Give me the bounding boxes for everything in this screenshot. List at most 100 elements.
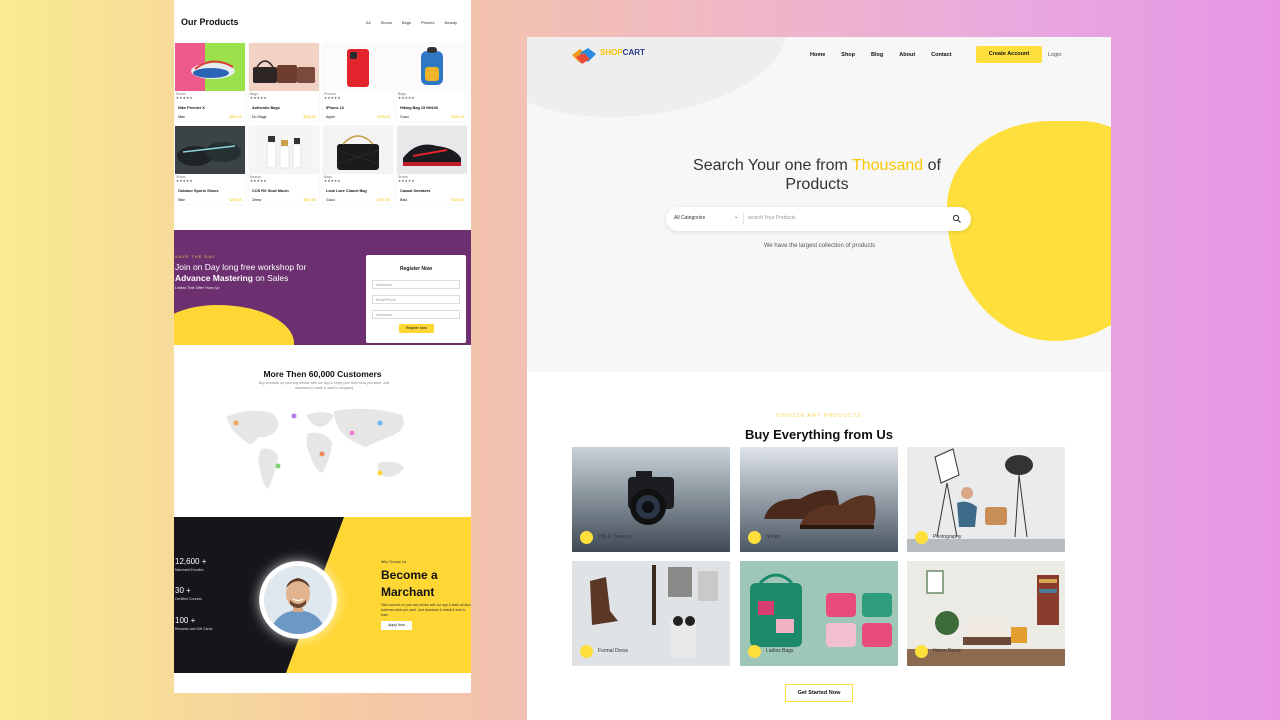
login-link[interactable]: Login [1048, 52, 1061, 58]
category-card-formal-dress[interactable]: Formal Dress [572, 561, 730, 666]
category-card-camera[interactable]: DSLR Camera [572, 447, 730, 552]
product-filters: All Shoes Bags Phones Beauty [366, 20, 457, 25]
product-card[interactable]: Beauty ★★★★★ COS RX Snail Mucin Zeera $3… [249, 126, 319, 204]
category-label: DSLR Camera [598, 534, 631, 540]
category-dot [915, 531, 928, 544]
rating-stars: ★★★★★ [176, 179, 193, 183]
product-name: Outdoor Sports Shoes [178, 189, 219, 193]
search-input[interactable]: search Your Products [748, 215, 796, 221]
category-dot [748, 531, 761, 544]
product-card[interactable]: Shoes ★★★★★ Nike Premier X Nike $300.00 [175, 43, 245, 121]
photography-image [907, 447, 1065, 552]
product-name: Authentic Bags [252, 106, 280, 110]
product-brand: Bata [400, 198, 408, 202]
product-image-serum [249, 126, 319, 174]
nav-shop[interactable]: Shop [841, 52, 855, 58]
product-name: Look Lace Chanel Bag [326, 189, 367, 193]
formal-dress-image [572, 561, 730, 666]
category-dot [580, 531, 593, 544]
shoes-image [740, 447, 898, 552]
product-card[interactable]: Shoes ★★★★★ Outdoor Sports Shoes Nike $2… [175, 126, 245, 204]
stat-merchants-label: Marchant Enrolled [175, 568, 204, 572]
world-map [226, 408, 404, 489]
category-label: Home Decor [933, 648, 962, 654]
main-nav: Home Shop Blog About Contact [810, 52, 952, 58]
stat-courses-value: 30 + [175, 586, 191, 595]
product-name: iPhone 12 [326, 106, 344, 110]
category-card-photography[interactable]: Photography [907, 447, 1065, 552]
home-decor-image [907, 561, 1065, 666]
category-select[interactable]: All Categories [674, 215, 705, 221]
nav-blog[interactable]: Blog [871, 52, 883, 58]
product-card[interactable]: Bags ★★★★★ Look Lace Chanel Bag Gucci $7… [323, 126, 393, 204]
get-started-button[interactable]: Get Started Now [785, 684, 853, 702]
product-name: Nike Premier X [178, 106, 205, 110]
avatar-ring [259, 561, 337, 639]
product-brand: DLI Bags [252, 115, 267, 119]
logo-text-part1: SHOP [600, 48, 623, 57]
product-price: $100.00 [451, 198, 464, 202]
filter-all[interactable]: All [366, 20, 370, 25]
product-image-bags [249, 43, 319, 91]
stat-courses-label: Certified Courses [175, 597, 203, 601]
nav-home[interactable]: Home [810, 52, 825, 58]
product-card[interactable]: Phones ★★★★★ iPhone 12 Apple $799.00 [323, 43, 393, 121]
username-field[interactable]: Username [372, 280, 460, 289]
product-price: $250.00 [229, 198, 242, 202]
workshop-heading-rest: on Sales [252, 273, 289, 283]
decorative-blob-yellow [947, 121, 1111, 341]
hero-title-line2: Products [785, 176, 849, 193]
hero-title-pre: Search Your one from [693, 157, 852, 174]
products-header: Our Products All Shoes Bags Phones Beaut… [174, 10, 471, 35]
workshop-heading-line2: Advance Mastering on Sales [175, 273, 288, 283]
product-image-sports-shoes [175, 126, 245, 174]
merchant-description: Take courses on your any device with our… [381, 603, 471, 617]
nav-contact[interactable]: Contact [931, 52, 951, 58]
product-card[interactable]: Shoes ★★★★★ Casual Sneakers Bata $100.00 [397, 126, 467, 204]
filter-phones[interactable]: Phones [421, 20, 435, 25]
product-brand: Gucci [400, 115, 409, 119]
product-price: $700.00 [377, 198, 390, 202]
search-icon[interactable] [952, 214, 962, 224]
email-phone-field[interactable]: Email/Phone [372, 295, 460, 304]
category-card-ladies-bags[interactable]: Ladies Bags [740, 561, 898, 666]
product-brand: Zeera [252, 198, 262, 202]
product-price: $300.00 [229, 115, 242, 119]
product-price: $799.00 [377, 115, 390, 119]
category-card-home-decor[interactable]: Home Decor [907, 561, 1065, 666]
hero-title-highlight: Thousand [851, 157, 924, 174]
product-price: $300.00 [303, 198, 316, 202]
category-dot [748, 645, 761, 658]
stat-rewards-value: 100 + [175, 616, 196, 625]
category-label: Shoes [766, 534, 781, 540]
product-brand: Nike [178, 115, 186, 119]
register-button[interactable]: Register Now [399, 324, 434, 333]
username-field-2[interactable]: Username [372, 310, 460, 319]
shopcart-logo[interactable]: SHOPCART [570, 45, 650, 65]
filter-bags[interactable]: Bags [402, 20, 411, 25]
chevron-down-icon[interactable]: ⌄ [734, 214, 738, 220]
product-brand: Apple [326, 115, 335, 119]
product-card[interactable]: Bags ★★★★★ Authentic Bags DLI Bags $200.… [249, 43, 319, 121]
create-account-button[interactable]: Create Account [976, 46, 1042, 63]
categories-kicker: CHOOSE ANY PRODUCTS [776, 413, 862, 419]
stat-rewards-label: Rewards and Gift Cards [175, 627, 213, 631]
product-name: Hiking Bag 15 NH100 [400, 106, 438, 110]
customers-subtitle: Buy products on your any device with our… [258, 381, 390, 390]
product-card[interactable]: Bags ★★★★★ Hiking Bag 15 NH100 Gucci $15… [397, 43, 467, 121]
filter-beauty[interactable]: Beauty [445, 20, 457, 25]
workshop-kicker: SAVE THE DAY [175, 254, 216, 259]
products-title: Our Products [181, 17, 239, 27]
product-name: Casual Sneakers [400, 189, 431, 193]
logo-text-part2: CART [622, 48, 645, 57]
product-image-backpack [397, 43, 467, 91]
filter-shoes[interactable]: Shoes [381, 20, 392, 25]
apply-now-button[interactable]: Apply Now [381, 621, 412, 630]
category-card-shoes[interactable]: Shoes [740, 447, 898, 552]
nav-about[interactable]: About [899, 52, 915, 58]
hero-subtitle: We have the largest collection of produc… [763, 243, 876, 249]
product-image-sneaker [175, 43, 245, 91]
rating-stars: ★★★★★ [324, 96, 341, 100]
rating-stars: ★★★★★ [176, 96, 193, 100]
product-image-sneakers [397, 126, 467, 174]
